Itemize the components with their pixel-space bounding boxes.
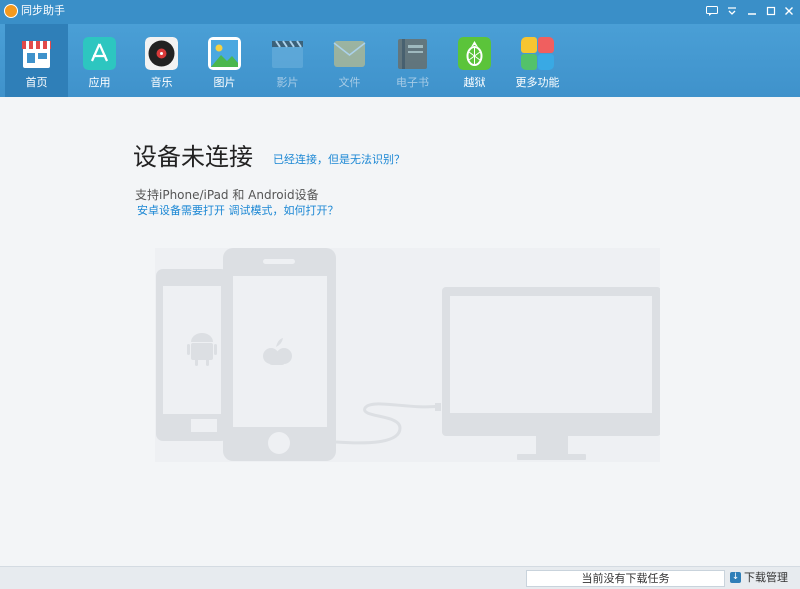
- tab-music[interactable]: 音乐: [130, 24, 193, 97]
- tab-files[interactable]: 文件: [318, 24, 381, 97]
- tab-home[interactable]: 首页: [5, 24, 68, 97]
- clapperboard-icon: [272, 40, 303, 68]
- download-manager-button[interactable]: 下载管理: [744, 571, 788, 585]
- app-store-icon: [83, 37, 116, 70]
- app-logo-icon: [4, 4, 18, 18]
- android-debug-mode-link[interactable]: 安卓设备需要打开 调试模式，如何打开？: [137, 204, 339, 218]
- main-toolbar: 首页 应用 音乐 图片 影片 文件 电子书 越狱 更多功能: [0, 24, 800, 97]
- title-bar: 同步助手: [0, 0, 800, 24]
- tab-more-features[interactable]: 更多功能: [506, 24, 569, 97]
- envelope-icon: [333, 41, 366, 67]
- tab-apps[interactable]: 应用: [68, 24, 131, 97]
- tab-music-label: 音乐: [150, 76, 173, 89]
- feedback-icon[interactable]: [704, 3, 720, 19]
- android-phone-icon: [156, 269, 228, 441]
- page-title: 设备未连接: [133, 143, 253, 171]
- close-icon[interactable]: [781, 3, 797, 19]
- supported-devices-text: 支持iPhone/iPad 和 Android设备: [135, 188, 319, 202]
- tab-home-label: 首页: [25, 76, 48, 89]
- music-disc-icon: [145, 37, 178, 70]
- iphone-icon: [223, 248, 336, 461]
- tab-apps-label: 应用: [88, 76, 111, 89]
- download-icon[interactable]: ↓: [730, 572, 741, 583]
- window-title: 同步助手: [21, 4, 65, 17]
- status-bar: 当前没有下载任务 ↓ 下载管理: [0, 566, 800, 589]
- menu-icon[interactable]: [724, 3, 740, 19]
- more-tiles-icon: [521, 37, 554, 70]
- maximize-icon[interactable]: [763, 3, 779, 19]
- tab-movies-label: 影片: [276, 76, 299, 89]
- tab-jailbreak[interactable]: 越狱: [443, 24, 506, 97]
- store-icon: [22, 41, 51, 68]
- tab-more-features-label: 更多功能: [515, 76, 560, 89]
- book-icon: [398, 39, 427, 69]
- monitor-icon: [442, 287, 660, 460]
- pineapple-icon: [458, 37, 491, 70]
- device-connection-illustration: [155, 248, 660, 462]
- minimize-icon[interactable]: [744, 3, 760, 19]
- picture-icon: [208, 37, 241, 70]
- tab-ebooks-label: 电子书: [396, 76, 429, 89]
- tab-movies[interactable]: 影片: [256, 24, 319, 97]
- tab-pictures[interactable]: 图片: [193, 24, 256, 97]
- tab-pictures-label: 图片: [213, 76, 236, 89]
- connected-not-recognized-link[interactable]: 已经连接，但是无法识别？: [273, 153, 405, 167]
- tab-jailbreak-label: 越狱: [463, 76, 486, 89]
- home-panel: 设备未连接 已经连接，但是无法识别？ 支持iPhone/iPad 和 Andro…: [0, 97, 800, 566]
- download-task-status: 当前没有下载任务: [526, 570, 725, 587]
- tab-ebooks[interactable]: 电子书: [381, 24, 444, 97]
- tab-files-label: 文件: [338, 76, 361, 89]
